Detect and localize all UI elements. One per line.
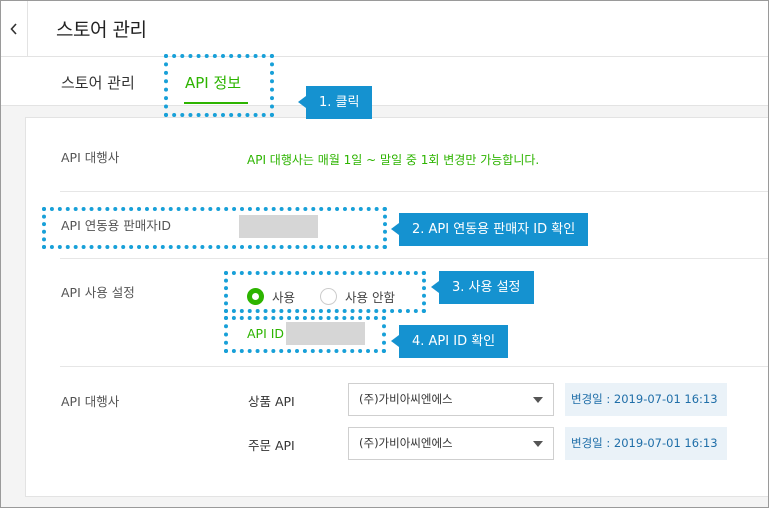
product-api-changed-date: 변경일 : 2019-07-01 16:13: [565, 383, 727, 416]
chevron-left-icon: [10, 22, 18, 35]
dropdown-caret-icon: [533, 397, 543, 403]
agency-label: API 대행사: [61, 394, 120, 409]
page-header: 스토어 관리: [1, 1, 768, 57]
agency-notice-text: API 대행사는 매월 1일 ~ 말일 중 1회 변경만 가능합니다.: [247, 153, 540, 167]
window-frame: 스토어 관리 스토어 관리 API 정보 API 대행사 API 대행사는 매월…: [0, 0, 769, 508]
callout-step-3: 3. 사용 설정: [431, 271, 534, 304]
highlight-api-tab: [164, 54, 274, 117]
highlight-usage: [224, 271, 426, 313]
highlight-seller-id: [42, 207, 387, 249]
dropdown-caret-icon: [533, 441, 543, 447]
callout-step-1: 1. 클릭: [297, 86, 373, 119]
callout-step-2: 2. API 연동용 판매자 ID 확인: [390, 213, 589, 246]
divider: [60, 366, 768, 367]
order-api-label: 주문 API: [248, 438, 295, 453]
highlight-api-id: [224, 316, 386, 353]
order-api-select[interactable]: (주)가비아씨엔에스: [348, 427, 554, 460]
order-api-changed-date: 변경일 : 2019-07-01 16:13: [565, 427, 727, 460]
order-api-selected: (주)가비아씨엔에스: [359, 436, 453, 450]
page-title: 스토어 관리: [56, 19, 147, 41]
agency-notice-label: API 대행사: [61, 150, 120, 165]
tab-bar: 스토어 관리 API 정보: [1, 57, 768, 106]
product-api-selected: (주)가비아씨엔에스: [359, 392, 453, 406]
tab-store-management[interactable]: 스토어 관리: [61, 72, 135, 93]
back-button[interactable]: [1, 1, 28, 56]
callout-step-4: 4. API ID 확인: [390, 325, 509, 358]
divider: [60, 258, 768, 259]
product-api-select[interactable]: (주)가비아씨엔에스: [348, 383, 554, 416]
product-api-label: 상품 API: [248, 394, 295, 409]
api-usage-label: API 사용 설정: [61, 285, 135, 300]
divider: [60, 191, 768, 192]
